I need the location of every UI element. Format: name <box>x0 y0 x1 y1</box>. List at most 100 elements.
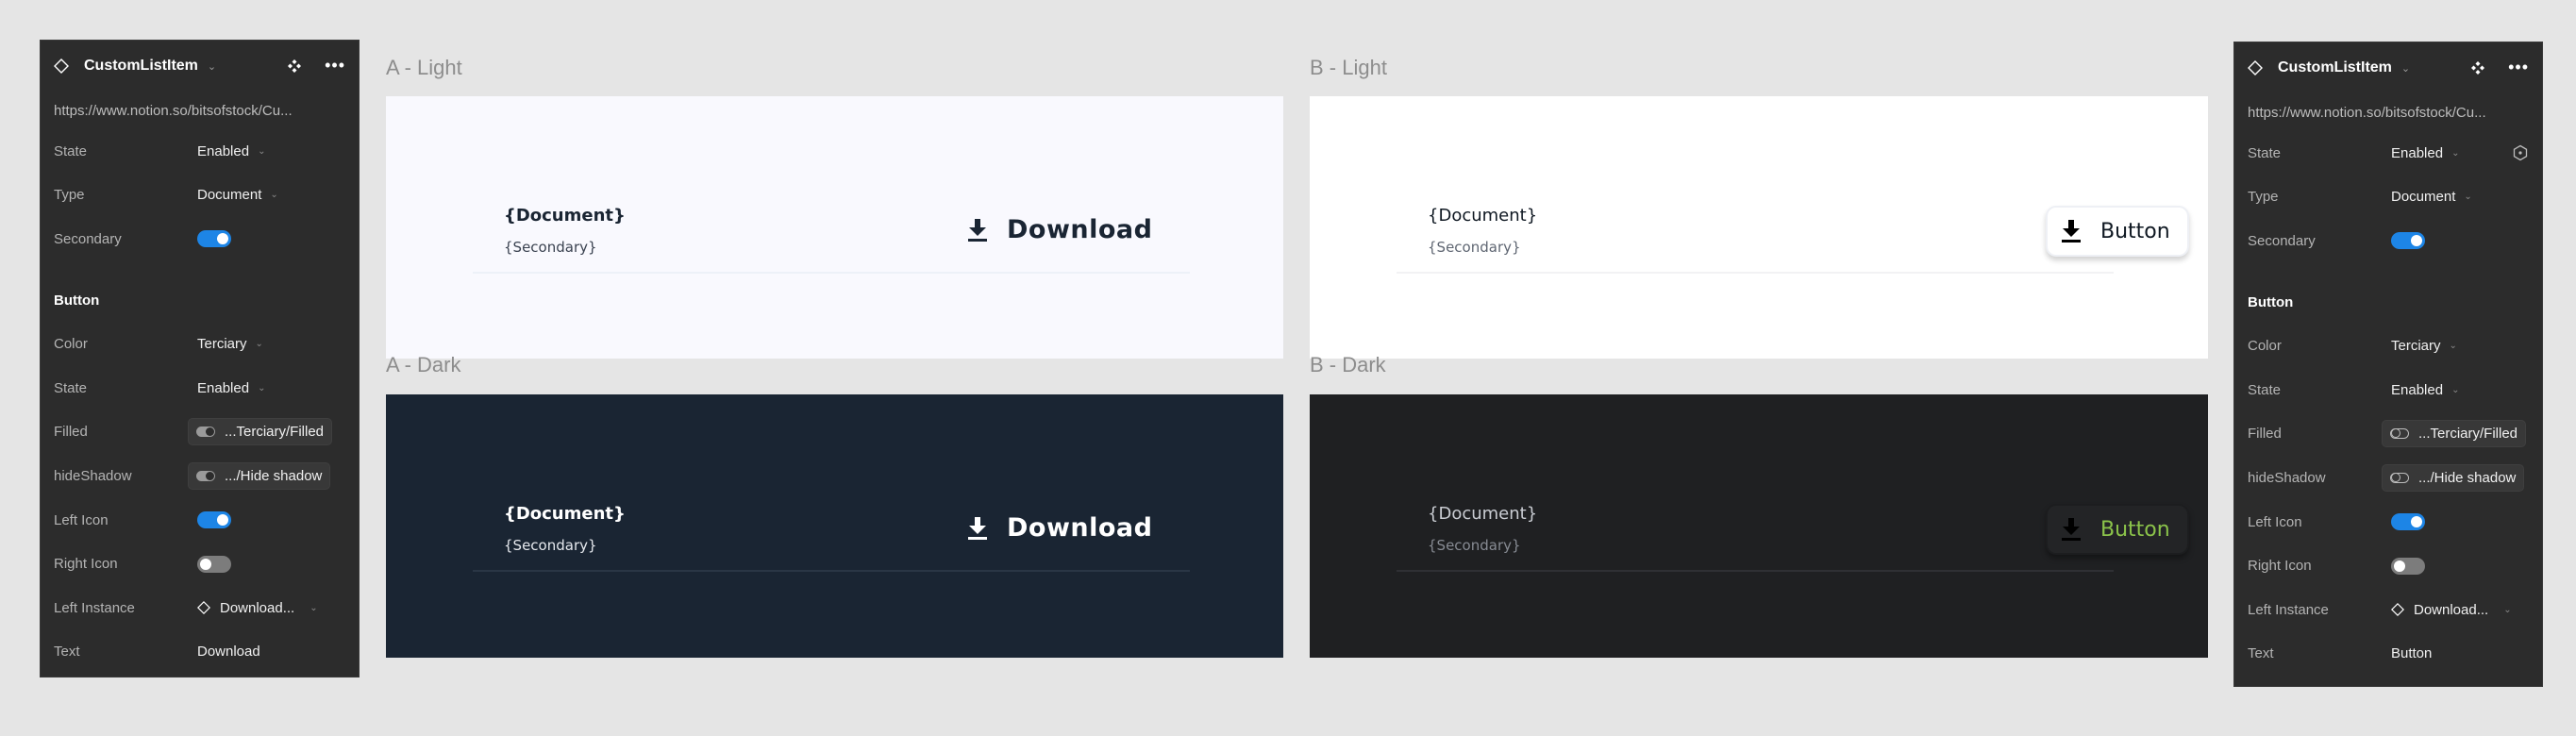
download-icon <box>2062 518 2081 541</box>
toggle-knob <box>217 233 228 245</box>
prop-label: Filled <box>2248 426 2282 443</box>
color-dropdown[interactable]: Terciary ⌄ <box>2391 338 2457 354</box>
button-state-dropdown[interactable]: Enabled ⌄ <box>197 380 265 396</box>
prop-label: Secondary <box>54 230 122 247</box>
download-button[interactable]: Button <box>2046 206 2189 257</box>
button-section-title: Button <box>2248 293 2294 310</box>
boolean-variable-icon <box>196 470 215 481</box>
prop-label: State <box>54 142 88 159</box>
prop-label: Text <box>54 644 80 661</box>
apply-variable-icon[interactable] <box>2512 144 2529 161</box>
list-item[interactable]: {Document} {Secondary} Download <box>473 491 1190 572</box>
color-dropdown[interactable]: Terciary ⌄ <box>197 336 263 352</box>
pill-value: ...Terciary/Filled <box>225 424 325 441</box>
filled-variable-pill[interactable]: ...Terciary/Filled <box>2382 420 2527 448</box>
prop-left-instance: Left Instance Download... ⌄ <box>2234 588 2542 632</box>
frame-a-light[interactable]: {Document} {Secondary} Download <box>386 96 1283 359</box>
variants-icon[interactable] <box>2470 60 2485 75</box>
variants-icon[interactable] <box>287 59 302 74</box>
frame-b-light[interactable]: {Document} {Secondary} Button <box>1310 96 2208 359</box>
prop-filled: Filled ...Terciary/Filled <box>2234 412 2542 457</box>
chevron-down-icon: ⌄ <box>309 602 318 613</box>
secondary-toggle[interactable] <box>197 230 231 248</box>
more-options-icon[interactable]: ••• <box>325 57 345 74</box>
chevron-down-icon: ⌄ <box>270 190 278 201</box>
prop-label: State <box>2248 381 2282 398</box>
download-button[interactable]: Button <box>2046 504 2189 555</box>
component-name[interactable]: CustomListItem <box>2278 59 2392 76</box>
chevron-down-icon[interactable]: ⌄ <box>2401 62 2410 75</box>
component-instance-icon <box>2391 603 2404 617</box>
list-item[interactable]: {Document} {Secondary} Download <box>473 192 1190 274</box>
prop-text: Text Button <box>2234 632 2542 677</box>
chevron-down-icon: ⌄ <box>258 145 266 157</box>
prop-secondary: Secondary <box>2234 219 2542 263</box>
hide-shadow-variable-pill[interactable]: .../Hide shadow <box>188 461 331 490</box>
pill-value: .../Hide shadow <box>225 467 323 484</box>
prop-button-state: State Enabled ⌄ <box>41 366 359 410</box>
right-icon-toggle[interactable] <box>2391 557 2425 575</box>
state-dropdown[interactable]: Enabled ⌄ <box>2391 145 2459 161</box>
prop-label: Text <box>2248 645 2274 662</box>
list-item[interactable]: {Document} {Secondary} Button <box>1397 192 2189 274</box>
download-button[interactable]: Download <box>967 513 1152 543</box>
prop-label: Color <box>2248 338 2282 355</box>
frame-label-b-light: B - Light <box>1310 56 1387 79</box>
prop-button-state: State Enabled ⌄ <box>2234 368 2542 412</box>
prop-label: Left Icon <box>2248 513 2302 530</box>
text-field[interactable]: Button <box>2391 645 2432 661</box>
frame-b-dark[interactable]: {Document} {Secondary} Button <box>1310 394 2208 658</box>
prop-label: hideShadow <box>54 467 132 484</box>
hide-shadow-variable-pill[interactable]: .../Hide shadow <box>2382 463 2525 492</box>
toggle-knob <box>2411 516 2422 528</box>
chevron-down-icon: ⌄ <box>2451 384 2460 395</box>
download-icon <box>968 516 987 540</box>
chevron-down-icon: ⌄ <box>2503 604 2512 615</box>
download-button[interactable]: Download <box>967 215 1152 244</box>
prop-type: Type Document ⌄ <box>41 174 359 218</box>
state-dropdown[interactable]: Enabled ⌄ <box>197 143 265 159</box>
component-name[interactable]: CustomListItem <box>84 58 198 75</box>
prop-filled: Filled ...Terciary/Filled <box>41 410 359 455</box>
component-instance-icon <box>2248 60 2263 75</box>
documentation-link[interactable]: https://www.notion.so/bitsofstock/Cu... <box>41 92 359 129</box>
button-label: Download <box>1007 513 1153 543</box>
right-icon-toggle[interactable] <box>197 555 231 573</box>
left-instance-dropdown[interactable]: Download... ⌄ <box>2391 602 2512 618</box>
type-dropdown[interactable]: Document ⌄ <box>197 187 278 203</box>
component-instance-icon <box>197 601 210 615</box>
secondary-toggle[interactable] <box>2391 232 2425 250</box>
prop-hide-shadow: hideShadow .../Hide shadow <box>2234 456 2542 500</box>
prop-right-icon: Right Icon <box>41 542 359 586</box>
left-icon-toggle[interactable] <box>2391 513 2425 531</box>
button-label: Button <box>2100 219 2170 243</box>
component-instance-icon <box>54 59 69 74</box>
dropdown-value: Enabled <box>197 379 250 396</box>
prop-label: Color <box>54 336 88 353</box>
dropdown-value: Terciary <box>2391 338 2441 355</box>
button-section-title: Button <box>54 292 100 309</box>
chevron-down-icon[interactable]: ⌄ <box>208 60 216 73</box>
more-options-icon[interactable]: ••• <box>2508 59 2529 75</box>
button-label: Download <box>1007 215 1153 244</box>
text-field[interactable]: Download <box>197 644 260 660</box>
primary-text: {Document} <box>1428 504 1538 524</box>
list-item[interactable]: {Document} {Secondary} Button <box>1397 491 2189 572</box>
type-dropdown[interactable]: Document ⌄ <box>2391 189 2472 205</box>
frame-label-a-dark: A - Dark <box>386 353 461 376</box>
left-icon-toggle[interactable] <box>197 511 231 529</box>
prop-label: Right Icon <box>54 556 118 573</box>
chevron-down-icon: ⌄ <box>2464 192 2472 203</box>
download-icon <box>2062 220 2081 243</box>
frame-a-dark[interactable]: {Document} {Secondary} Download <box>386 394 1283 658</box>
prop-label: hideShadow <box>2248 469 2326 486</box>
button-label: Button <box>2100 517 2170 542</box>
button-state-dropdown[interactable]: Enabled ⌄ <box>2391 382 2459 398</box>
prop-label: Right Icon <box>2248 558 2312 575</box>
toggle-knob <box>217 514 228 527</box>
prop-label: Type <box>2248 189 2279 206</box>
documentation-link[interactable]: https://www.notion.so/bitsofstock/Cu... <box>2234 93 2542 131</box>
primary-text: {Document} <box>504 206 626 226</box>
left-instance-dropdown[interactable]: Download... ⌄ <box>197 600 318 616</box>
filled-variable-pill[interactable]: ...Terciary/Filled <box>188 418 333 446</box>
